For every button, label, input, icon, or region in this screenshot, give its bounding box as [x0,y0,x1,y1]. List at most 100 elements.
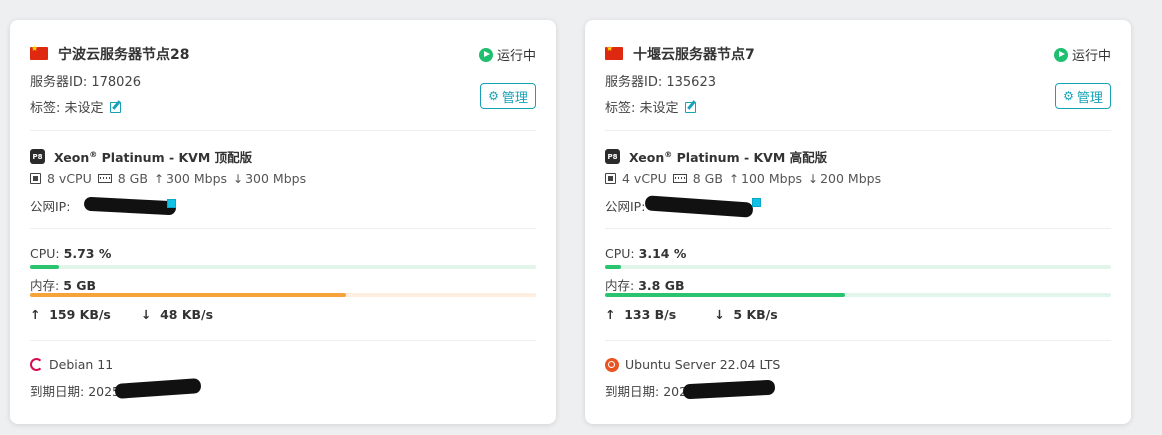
network-traffic: ↑ 159 KB/s ↓ 48 KB/s [30,307,213,322]
public-ip-label: 公网IP: [30,199,71,214]
ubuntu-icon [605,357,619,372]
status-badge: 运行中 [1053,45,1111,64]
arrow-down-icon: ↓ [714,307,725,322]
cpu-usage-label: CPU: 3.14 % [605,246,687,261]
os-name: Debian 11 [49,357,114,372]
net-up: 159 KB/s [49,307,111,322]
download-bandwidth: 300 Mbps [245,171,307,186]
memory-usage-fill [30,293,347,297]
usage-section: CPU: 3.14 % 内存: 3.8 GB ↑ 133 B/s ↓ 5 KB/s [605,246,1111,336]
os-row: Ubuntu Server 22.04 LTS [605,357,780,372]
manage-label: 管理 [1076,90,1103,106]
spec-row: 4 vCPU 8 GB ↑ 100 Mbps ↓ 200 Mbps [605,171,881,186]
divider [605,228,1111,229]
net-up: 133 B/s [624,307,677,322]
manage-button[interactable]: ⚙ 管理 [1055,83,1111,109]
os-name: Ubuntu Server 22.04 LTS [625,357,781,372]
usage-section: CPU: 5.73 % 内存: 5 GB ↑ 159 KB/s ↓ 48 KB/s [30,246,536,336]
memory-usage-label: 内存: 5 GB [30,278,97,293]
copy-icon[interactable] [167,199,176,208]
status-text: 运行中 [1071,49,1111,64]
gear-icon: ⚙ [488,89,499,103]
vcpu-count: 4 vCPU [622,171,667,186]
cpu-usage-bar [605,265,1111,269]
cn-flag-icon [30,44,48,60]
memory-icon [97,174,112,183]
spec-row: 8 vCPU 8 GB ↑ 300 Mbps ↓ 300 Mbps [30,171,306,186]
network-traffic: ↑ 133 B/s ↓ 5 KB/s [605,307,778,322]
server-id: 服务器ID: 135623 [605,75,716,90]
server-card: 宁波云服务器节点28 运行中 服务器ID: 178026 标签: 未设定 ⚙ 管… [10,20,556,424]
cpu-chip-icon [30,173,41,184]
divider [605,130,1111,131]
redacted-ip [83,196,177,216]
server-header: 十堰云服务器节点7 运行中 服务器ID: 135623 标签: 未设定 ⚙ 管理 [605,42,1111,116]
arrow-down-icon: ↓ [233,171,244,186]
hardware-section: P8 Xeon® Platinum - KVM 顶配版 8 vCPU 8 GB … [30,147,536,222]
os-row: Debian 11 [30,357,113,372]
manage-button[interactable]: ⚙ 管理 [480,83,536,109]
redacted-ip [644,195,754,218]
processor-logo-icon: P8 [30,149,45,164]
server-card: 十堰云服务器节点7 运行中 服务器ID: 135623 标签: 未设定 ⚙ 管理… [585,20,1131,424]
status-badge: 运行中 [478,45,536,64]
download-bandwidth: 200 Mbps [820,171,882,186]
arrow-up-icon: ↑ [153,171,165,186]
cn-flag-icon [605,44,623,60]
footer-section: Debian 11 到期日期: 2025 [30,357,536,407]
edit-icon[interactable] [684,101,697,113]
arrow-down-icon: ↓ [808,171,819,186]
play-circle-icon [1053,47,1068,62]
vcpu-count: 8 vCPU [47,171,92,186]
redacted-expire [114,378,202,399]
public-ip-label: 公网IP: [605,199,646,214]
memory-usage-fill [605,293,846,297]
arrow-up-icon: ↑ [728,171,740,186]
divider [605,340,1111,341]
status-text: 运行中 [496,49,536,64]
tag-label: 标签: 未设定 [30,101,104,116]
tag-label: 标签: 未设定 [605,101,679,116]
divider [30,228,536,229]
net-down: 5 KB/s [733,307,778,322]
debian-icon [30,358,43,371]
cpu-usage-fill [605,265,621,269]
processor-logo-icon: P8 [605,149,620,164]
cpu-usage-label: CPU: 5.73 % [30,246,112,261]
server-name[interactable]: 宁波云服务器节点28 [58,44,189,64]
memory-usage-bar [30,293,536,297]
cpu-model: Xeon® Platinum - KVM 高配版 [629,149,828,165]
server-name[interactable]: 十堰云服务器节点7 [633,44,755,64]
memory-usage-bar [605,293,1111,297]
cpu-usage-bar [30,265,536,269]
server-id: 服务器ID: 178026 [30,75,141,90]
net-down: 48 KB/s [160,307,214,322]
edit-icon[interactable] [109,101,122,113]
cpu-chip-icon [605,173,616,184]
hardware-section: P8 Xeon® Platinum - KVM 高配版 4 vCPU 8 GB … [605,147,1111,222]
arrow-up-icon: ↑ [30,307,41,322]
divider [30,340,536,341]
arrow-up-icon: ↑ [605,307,616,322]
arrow-down-icon: ↓ [140,307,152,322]
memory-icon [672,174,687,183]
upload-bandwidth: 100 Mbps [741,171,803,186]
cpu-model: Xeon® Platinum - KVM 顶配版 [54,149,253,165]
tag-row: 标签: 未设定 [605,97,697,116]
ram-size: 8 GB [117,171,148,186]
gear-icon: ⚙ [1063,89,1074,103]
copy-icon[interactable] [752,198,761,207]
upload-bandwidth: 300 Mbps [166,171,228,186]
server-header: 宁波云服务器节点28 运行中 服务器ID: 178026 标签: 未设定 ⚙ 管… [30,42,536,116]
tag-row: 标签: 未设定 [30,97,122,116]
ram-size: 8 GB [692,171,723,186]
play-circle-icon [478,47,493,62]
cpu-usage-fill [30,265,59,269]
expire-row: 到期日期: 202 [605,384,688,399]
manage-label: 管理 [501,90,528,106]
footer-section: Ubuntu Server 22.04 LTS 到期日期: 202 [605,357,1111,407]
memory-usage-label: 内存: 3.8 GB [605,278,685,293]
redacted-expire [682,379,776,400]
expire-row: 到期日期: 2025 [30,384,121,399]
divider [30,130,536,131]
